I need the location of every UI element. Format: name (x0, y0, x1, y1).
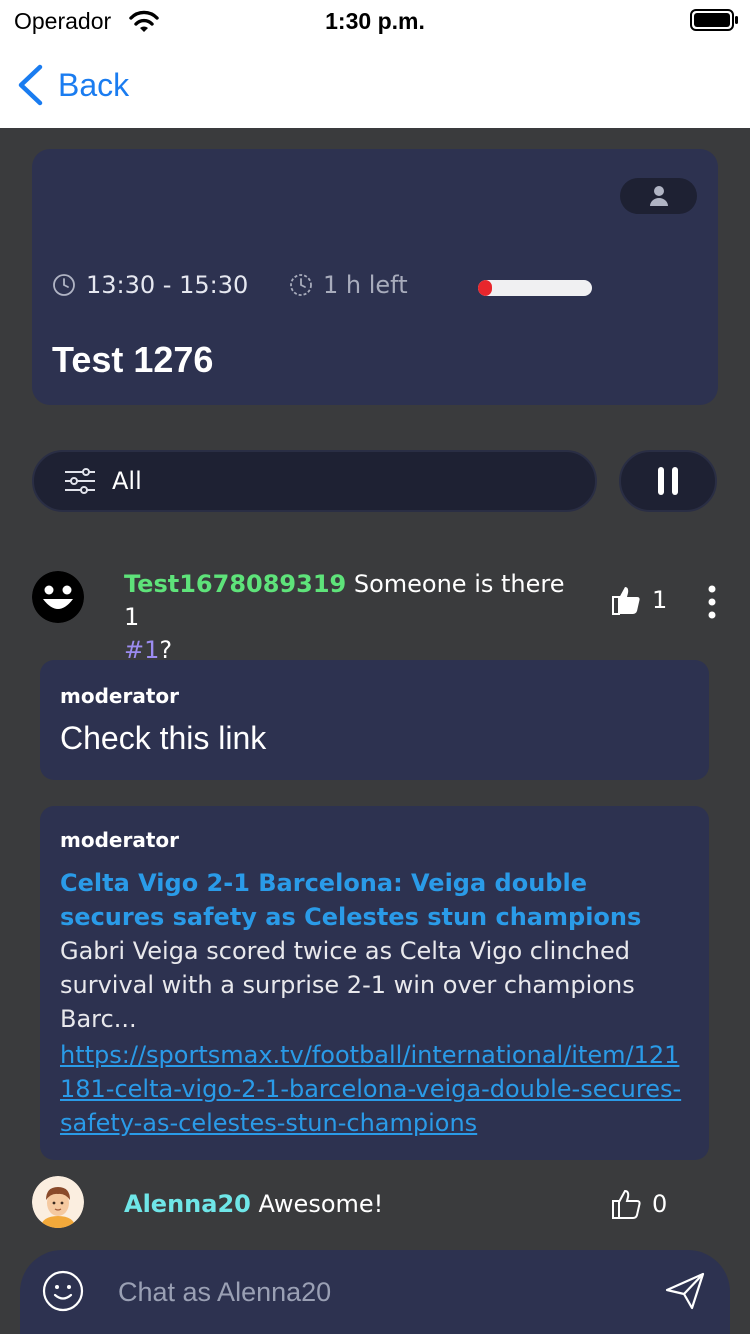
pause-button[interactable] (619, 450, 717, 512)
participants-button[interactable] (620, 178, 697, 214)
link-preview-url[interactable]: https://sportsmax.tv/football/internatio… (60, 1038, 690, 1140)
event-time-range: 13:30 - 15:30 (86, 271, 249, 299)
chevron-left-icon (18, 64, 43, 106)
timer-icon (290, 274, 312, 296)
send-icon[interactable] (664, 1270, 706, 1312)
time-left-row: 1 h left (289, 271, 408, 299)
message-username[interactable]: Test1678089319 (124, 570, 346, 598)
message-text: Awesome! (250, 1190, 384, 1218)
battery-icon (690, 9, 738, 31)
user-icon (649, 186, 668, 206)
user-avatar (32, 1176, 84, 1228)
back-button[interactable]: Back (16, 64, 129, 106)
like-count: 0 (652, 1190, 668, 1218)
moderator-link-card: moderator Celta Vigo 2-1 Barcelona: Veig… (40, 806, 709, 1160)
link-preview-description: Gabri Veiga scored twice as Celta Vigo c… (60, 937, 635, 1033)
moderator-message-text: Check this link (60, 720, 267, 756)
pause-icon (658, 467, 678, 495)
message-username[interactable]: Alenna20 (124, 1190, 251, 1218)
status-bar: Operador 1:30 p.m. (0, 0, 750, 44)
event-progress-bar (478, 280, 592, 296)
sliders-icon (65, 468, 95, 494)
event-progress-fill (478, 280, 492, 296)
back-label: Back (58, 66, 130, 103)
clock-icon (53, 274, 75, 296)
thumbs-up-icon (612, 587, 640, 615)
link-preview-title[interactable]: Celta Vigo 2-1 Barcelona: Veiga double s… (60, 866, 690, 934)
moderator-message-card: moderator Check this link (40, 660, 709, 780)
event-card: 13:30 - 15:30 1 h left Test 1276 (32, 149, 718, 405)
message-body: Test1678089319 Someone is there 1 #1? (124, 568, 584, 667)
smiley-avatar (32, 571, 84, 623)
event-title: Test 1276 (52, 339, 214, 380)
like-count: 1 (652, 586, 668, 614)
clock-time: 1:30 p.m. (325, 8, 425, 34)
event-time-left: 1 h left (323, 271, 408, 299)
nav-bar: Back (0, 44, 750, 128)
message-body: Alenna20 Awesome! (124, 1188, 383, 1221)
more-options-icon[interactable] (700, 584, 724, 620)
moderator-label: moderator (60, 828, 179, 852)
chat-composer (20, 1250, 730, 1334)
filter-button[interactable]: All (32, 450, 597, 512)
time-range-row: 13:30 - 15:30 (52, 271, 248, 299)
emoji-icon[interactable] (42, 1270, 84, 1312)
chat-input[interactable] (118, 1268, 638, 1316)
like-button[interactable]: 0 (610, 1188, 667, 1220)
moderator-label: moderator (60, 684, 179, 708)
like-button[interactable]: 1 (610, 584, 667, 616)
thumbs-up-outline-icon (612, 1189, 641, 1219)
filter-label: All (112, 467, 142, 495)
